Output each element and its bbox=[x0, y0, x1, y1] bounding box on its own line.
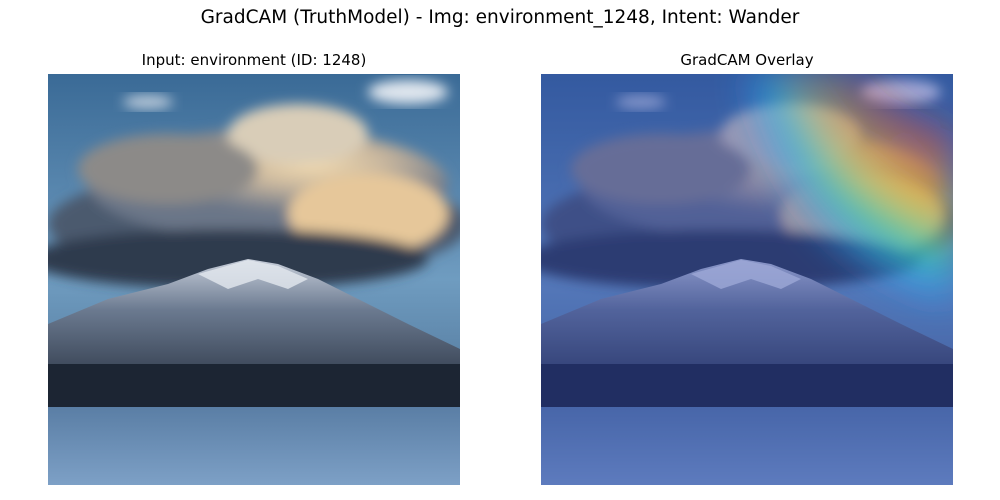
input-image bbox=[48, 74, 460, 485]
gradcam-overlay-image bbox=[541, 74, 953, 485]
figure-title: GradCAM (TruthModel) - Img: environment_… bbox=[200, 7, 800, 28]
input-panel-title: Input: environment (ID: 1248) bbox=[141, 51, 367, 69]
input-landscape-photo bbox=[48, 74, 460, 485]
overlay-panel-title: GradCAM Overlay bbox=[680, 51, 814, 69]
overlay-landscape-photo bbox=[541, 74, 953, 485]
